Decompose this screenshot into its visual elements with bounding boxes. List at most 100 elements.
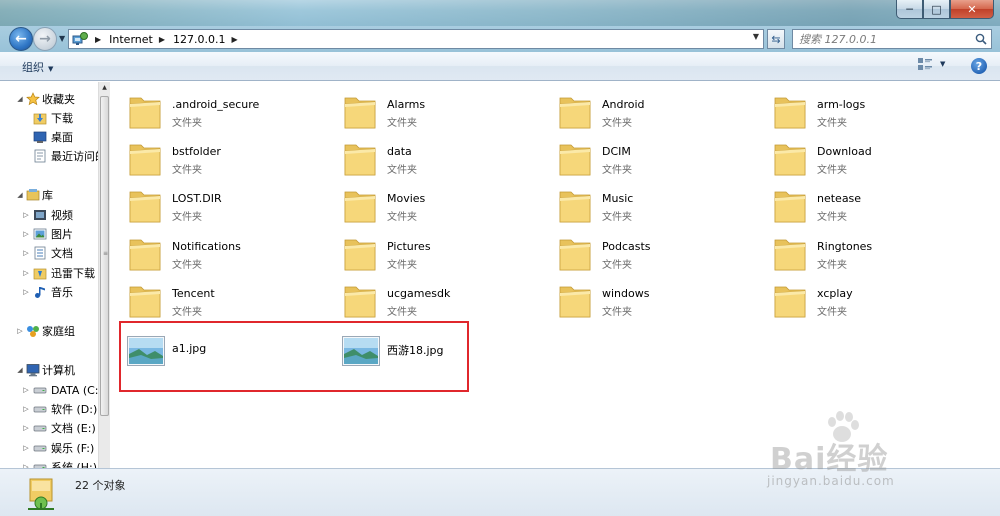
folder-item[interactable]: Tencent 文件夹 xyxy=(111,275,326,319)
folder-type: 文件夹 xyxy=(602,118,632,129)
nav-item-drive-e[interactable]: ▷ 文档 (E:) xyxy=(0,419,100,437)
nav-item-label: 迅雷下载 xyxy=(51,267,95,280)
folder-type: 文件夹 xyxy=(172,212,202,223)
scroll-up-arrow[interactable]: ▲ xyxy=(99,82,110,94)
nav-item-documents[interactable]: ▷ 文档 xyxy=(0,244,100,262)
collapse-icon[interactable]: ◢ xyxy=(16,95,24,103)
expand-icon[interactable]: ▷ xyxy=(22,386,30,394)
breadcrumb-separator[interactable]: ▶ xyxy=(95,35,101,44)
folder-item[interactable]: LOST.DIR 文件夹 xyxy=(111,180,326,224)
nav-item-downloads[interactable]: 下载 xyxy=(0,109,100,127)
network-location-icon xyxy=(28,478,54,510)
address-row: ← → ▼ ▶ Internet ▶ 127.0.0.1 ▶ ▼ ⇆ xyxy=(0,26,1000,52)
nav-item-drive-c[interactable]: ▷ DATA (C:) xyxy=(0,381,103,399)
nav-item-drive-d[interactable]: ▷ 软件 (D:) xyxy=(0,400,100,418)
folder-item[interactable]: Download 文件夹 xyxy=(756,133,971,177)
video-icon xyxy=(34,210,46,220)
breadcrumb-host[interactable]: 127.0.0.1 xyxy=(173,33,225,46)
expand-icon[interactable]: ▷ xyxy=(22,230,30,238)
expand-icon[interactable]: ▷ xyxy=(22,444,30,452)
folder-item[interactable]: Movies 文件夹 xyxy=(326,180,541,224)
nav-libraries[interactable]: ◢ 库 xyxy=(0,186,100,204)
hard-drive-icon xyxy=(33,464,47,468)
help-button[interactable]: ? xyxy=(971,58,987,74)
nav-favorites[interactable]: ◢ 收藏夹 xyxy=(0,90,100,108)
expand-icon[interactable]: ▷ xyxy=(22,269,30,277)
nav-item-drive-f[interactable]: ▷ 娱乐 (F:) xyxy=(0,439,100,457)
folder-item[interactable]: data 文件夹 xyxy=(326,133,541,177)
nav-item-desktop[interactable]: 桌面 xyxy=(0,128,100,146)
nav-item-label: 音乐 xyxy=(51,286,73,299)
folder-name: bstfolder xyxy=(172,145,221,158)
folder-item[interactable]: netease 文件夹 xyxy=(756,180,971,224)
back-button[interactable]: ← xyxy=(9,27,33,51)
search-box[interactable] xyxy=(792,29,992,49)
window-controls: ─ □ ✕ xyxy=(896,0,994,19)
expand-icon[interactable]: ▷ xyxy=(16,327,24,335)
breadcrumb-separator[interactable]: ▶ xyxy=(159,35,165,44)
folder-name: xcplay xyxy=(817,287,853,300)
folder-type: 文件夹 xyxy=(817,212,847,223)
folder-item[interactable]: Music 文件夹 xyxy=(541,180,756,224)
nav-item-label: 视频 xyxy=(51,209,73,222)
folder-item[interactable]: ucgamesdk 文件夹 xyxy=(326,275,541,319)
item-count: 22 个对象 xyxy=(75,479,126,492)
recent-pages-dropdown[interactable]: ▼ xyxy=(59,34,65,43)
change-view-button[interactable]: ▼ xyxy=(918,58,945,70)
scroll-thumb[interactable]: ≡ xyxy=(100,96,109,416)
expand-icon[interactable]: ▷ xyxy=(22,405,30,413)
folder-name: Notifications xyxy=(172,240,241,253)
view-tiles-icon xyxy=(918,58,932,70)
address-bar[interactable]: ▶ Internet ▶ 127.0.0.1 ▶ ▼ xyxy=(68,29,764,49)
nav-item-xunlei-downloads[interactable]: ▷ 迅雷下载 xyxy=(0,264,100,282)
computer-icon xyxy=(26,364,40,377)
expand-icon[interactable]: ▷ xyxy=(22,211,30,219)
folder-type: 文件夹 xyxy=(387,307,417,318)
folder-item[interactable]: Notifications 文件夹 xyxy=(111,228,326,272)
breadcrumb-separator[interactable]: ▶ xyxy=(231,35,237,44)
nav-scrollbar[interactable]: ▲ ≡ xyxy=(98,82,110,468)
collapse-icon[interactable]: ◢ xyxy=(16,366,24,374)
folder-item[interactable]: Ringtones 文件夹 xyxy=(756,228,971,272)
title-bar: ─ □ ✕ xyxy=(0,0,1000,26)
organize-button[interactable]: 组织 ▼ xyxy=(22,59,53,75)
nav-item-videos[interactable]: ▷ 视频 xyxy=(0,206,100,224)
folder-item[interactable]: Pictures 文件夹 xyxy=(326,228,541,272)
refresh-button[interactable]: ⇆ xyxy=(767,29,785,49)
nav-computer[interactable]: ◢ 计算机 xyxy=(0,361,100,379)
search-icon[interactable] xyxy=(975,33,987,45)
xunlei-folder-icon xyxy=(33,268,47,280)
help-icon: ? xyxy=(975,59,983,73)
folder-item[interactable]: xcplay 文件夹 xyxy=(756,275,971,319)
highlight-box xyxy=(119,321,469,392)
address-dropdown[interactable]: ▼ xyxy=(753,32,759,41)
folder-item[interactable]: bstfolder 文件夹 xyxy=(111,133,326,177)
expand-icon[interactable]: ▷ xyxy=(22,249,30,257)
folder-item[interactable]: Podcasts 文件夹 xyxy=(541,228,756,272)
breadcrumb-internet[interactable]: Internet xyxy=(109,33,153,46)
folder-name: Download xyxy=(817,145,872,158)
close-button[interactable]: ✕ xyxy=(950,0,994,19)
folder-item[interactable]: DCIM 文件夹 xyxy=(541,133,756,177)
nav-item-pictures[interactable]: ▷ 图片 xyxy=(0,225,100,243)
expand-icon[interactable]: ▷ xyxy=(22,424,30,432)
organize-label: 组织 xyxy=(22,61,44,74)
nav-item-drive-h[interactable]: ▷ 系统 (H:) xyxy=(0,458,100,468)
search-input[interactable] xyxy=(799,32,969,46)
folder-item[interactable]: arm-logs 文件夹 xyxy=(756,86,971,130)
minimize-button[interactable]: ─ xyxy=(896,0,923,19)
folder-icon xyxy=(344,239,376,271)
folder-name: ucgamesdk xyxy=(387,287,451,300)
collapse-icon[interactable]: ◢ xyxy=(16,191,24,199)
folder-item[interactable]: windows 文件夹 xyxy=(541,275,756,319)
nav-item-music[interactable]: ▷ 音乐 xyxy=(0,283,100,301)
forward-button[interactable]: → xyxy=(33,27,57,51)
nav-homegroup[interactable]: ▷ 家庭组 xyxy=(0,322,100,340)
nav-item-recent-places[interactable]: 最近访问的位置 xyxy=(0,147,110,165)
expand-icon[interactable]: ▷ xyxy=(22,288,30,296)
nav-favorites-label: 收藏夹 xyxy=(42,93,75,106)
folder-item[interactable]: .android_secure 文件夹 xyxy=(111,86,326,130)
folder-item[interactable]: Alarms 文件夹 xyxy=(326,86,541,130)
folder-item[interactable]: Android 文件夹 xyxy=(541,86,756,130)
maximize-button[interactable]: □ xyxy=(923,0,950,19)
